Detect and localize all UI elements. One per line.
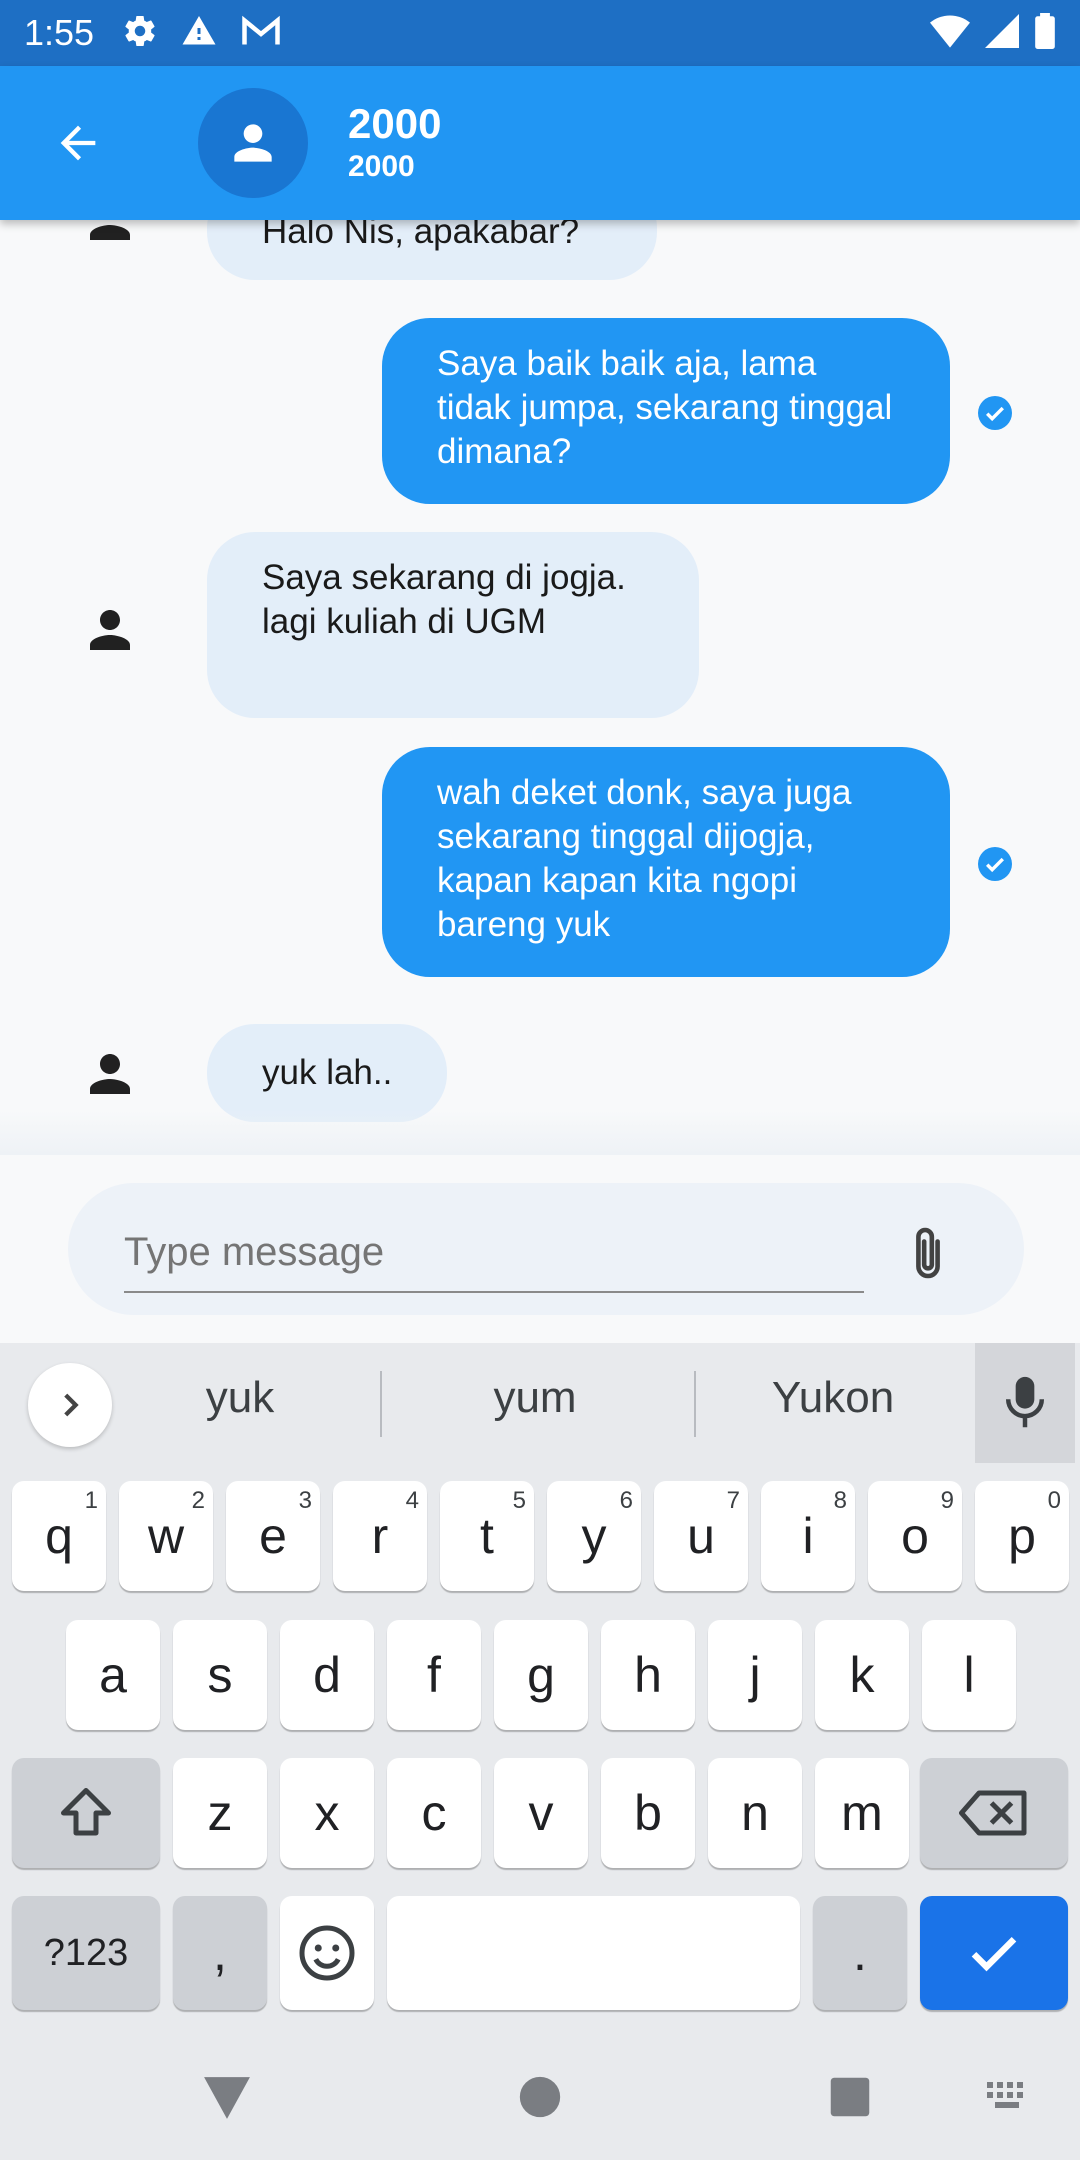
person-icon — [234, 124, 272, 162]
back-button[interactable] — [28, 93, 128, 193]
battery-icon — [1034, 12, 1056, 54]
read-check-icon — [978, 847, 1012, 881]
status-time: 1:55 — [24, 12, 95, 53]
key-g[interactable]: g — [494, 1620, 588, 1730]
key-x[interactable]: x — [280, 1758, 374, 1868]
space-key[interactable] — [387, 1896, 800, 2010]
key-o[interactable]: o9 — [868, 1481, 962, 1591]
key-p[interactable]: p0 — [975, 1481, 1069, 1591]
message-outgoing[interactable]: wah deket donk, saya juga sekarang tingg… — [382, 747, 950, 977]
comma-key[interactable]: , — [173, 1896, 267, 2010]
key-v[interactable]: v — [494, 1758, 588, 1868]
contact-number: 2000 — [348, 150, 415, 183]
keyboard-switch-icon[interactable] — [985, 2080, 1029, 2112]
backspace-icon — [959, 1790, 1027, 1836]
key-h[interactable]: h — [601, 1620, 695, 1730]
message-outgoing[interactable]: Saya baik baik aja, lama tidak jumpa, se… — [382, 318, 950, 504]
key-r[interactable]: r4 — [333, 1481, 427, 1591]
app-bar: 2000 2000 — [0, 66, 1080, 220]
contact-title-block[interactable]: 2000 2000 — [348, 100, 441, 186]
arrow-back-icon — [60, 125, 96, 161]
contact-name: 2000 — [348, 100, 442, 147]
sender-person-icon — [90, 220, 130, 240]
wifi-icon — [930, 14, 970, 53]
emoji-icon — [299, 1925, 355, 1981]
key-a[interactable]: a — [66, 1620, 160, 1730]
period-key[interactable]: . — [813, 1896, 907, 2010]
key-m[interactable]: m — [815, 1758, 909, 1868]
message-incoming[interactable]: Halo Nis, apakabar? — [207, 220, 657, 280]
key-s[interactable]: s — [173, 1620, 267, 1730]
shift-icon — [61, 1788, 111, 1836]
key-d[interactable]: d — [280, 1620, 374, 1730]
key-z[interactable]: z — [173, 1758, 267, 1868]
signal-icon — [984, 13, 1020, 53]
enter-key[interactable] — [920, 1896, 1068, 2010]
chat-fade — [0, 1110, 1080, 1155]
back-triangle-icon[interactable] — [202, 2075, 252, 2121]
key-w[interactable]: w2 — [119, 1481, 213, 1591]
key-t[interactable]: t5 — [440, 1481, 534, 1591]
key-n[interactable]: n — [708, 1758, 802, 1868]
gmail-icon — [240, 14, 282, 53]
key-e[interactable]: e3 — [226, 1481, 320, 1591]
message-input-container — [68, 1183, 1024, 1315]
message-bubble: wah deket donk, saya juga sekarang tingg… — [382, 747, 950, 977]
message-incoming[interactable]: yuk lah.. — [207, 1024, 448, 1122]
suggestion-2[interactable]: yum — [435, 1373, 635, 1423]
symbols-key[interactable]: ?123 — [12, 1896, 160, 2010]
backspace-key[interactable] — [920, 1758, 1068, 1868]
key-b[interactable]: b — [601, 1758, 695, 1868]
message-input[interactable] — [124, 1183, 864, 1293]
warning-icon — [180, 13, 218, 54]
key-f[interactable]: f — [387, 1620, 481, 1730]
suggestion-divider — [694, 1371, 696, 1437]
attach-button[interactable] — [888, 1213, 968, 1293]
mic-icon — [1005, 1376, 1045, 1428]
status-bar: 1:55 — [0, 0, 1080, 66]
contact-avatar[interactable] — [198, 88, 308, 198]
message-bubble: Saya sekarang di jogja. lagi kuliah di U… — [207, 532, 699, 718]
suggestion-3[interactable]: Yukon — [733, 1373, 933, 1423]
message-incoming[interactable]: Saya sekarang di jogja. lagi kuliah di U… — [207, 532, 699, 718]
expand-toolbar-button[interactable] — [28, 1363, 112, 1447]
voice-input-button[interactable] — [975, 1343, 1075, 1463]
read-check-icon — [978, 396, 1012, 430]
key-q[interactable]: q1 — [12, 1481, 106, 1591]
navigation-bar — [0, 2020, 1080, 2160]
emoji-key[interactable] — [280, 1896, 374, 2010]
sender-person-icon — [90, 1054, 130, 1094]
recents-square-icon[interactable] — [829, 2076, 871, 2118]
home-circle-icon[interactable] — [518, 2075, 562, 2119]
chevron-right-icon — [64, 1393, 79, 1417]
key-j[interactable]: j — [708, 1620, 802, 1730]
composer — [0, 1155, 1080, 1343]
message-bubble: Halo Nis, apakabar? — [207, 220, 657, 280]
suggestion-bar: yuk yum Yukon — [0, 1343, 1080, 1463]
message-bubble: Saya baik baik aja, lama tidak jumpa, se… — [382, 318, 950, 504]
key-k[interactable]: k — [815, 1620, 909, 1730]
sender-person-icon — [90, 610, 130, 650]
key-u[interactable]: u7 — [654, 1481, 748, 1591]
key-i[interactable]: i8 — [761, 1481, 855, 1591]
key-y[interactable]: y6 — [547, 1481, 641, 1591]
chat-area[interactable]: Halo Nis, apakabar? Saya baik baik aja, … — [0, 220, 1080, 1155]
suggestion-divider — [380, 1371, 382, 1437]
check-icon — [971, 1936, 1017, 1972]
key-l[interactable]: l — [922, 1620, 1016, 1730]
settings-icon — [122, 13, 158, 54]
message-bubble: yuk lah.. — [207, 1024, 448, 1122]
suggestion-1[interactable]: yuk — [140, 1373, 340, 1423]
attach-file-icon — [916, 1227, 940, 1279]
shift-key[interactable] — [12, 1758, 160, 1868]
key-c[interactable]: c — [387, 1758, 481, 1868]
